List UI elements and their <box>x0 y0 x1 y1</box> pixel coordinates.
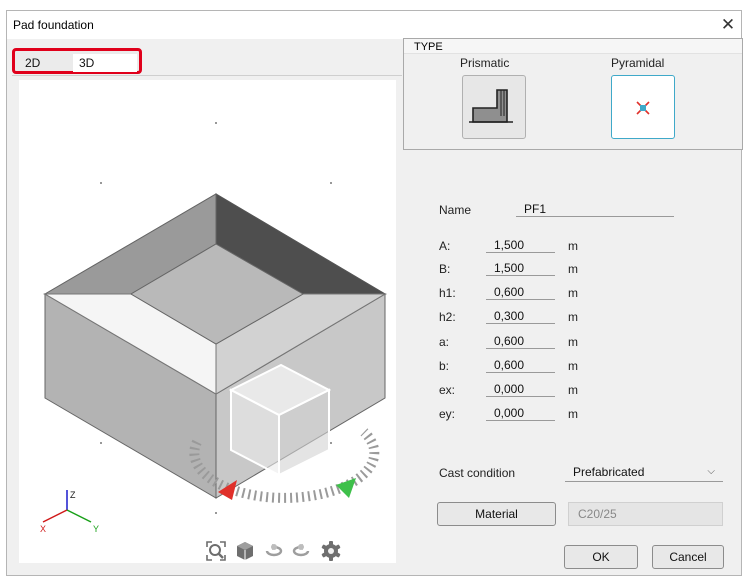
chevron-down-icon: ⌵ <box>707 466 715 477</box>
param-unit-b-upper: m <box>568 262 578 276</box>
param-field-b[interactable]: 0,600 <box>486 357 555 373</box>
settings-gear-icon[interactable] <box>320 540 342 562</box>
prismatic-type-button[interactable] <box>462 75 526 139</box>
param-field-a[interactable]: 0,600 <box>486 333 555 349</box>
param-label-b: b: <box>439 359 450 373</box>
param-unit-b: m <box>568 359 578 373</box>
param-label-h1: h1: <box>439 286 456 300</box>
param-label-b-upper: B: <box>439 262 451 276</box>
rotate-green-arrow[interactable] <box>336 478 356 498</box>
axis-y-label: Y <box>93 524 99 534</box>
title-bar: Pad foundation ✕ <box>7 11 741 39</box>
param-unit-a: m <box>568 335 578 349</box>
cast-condition-value: Prefabricated <box>573 465 645 479</box>
cast-condition-label: Cast condition <box>439 466 516 480</box>
name-label: Name <box>439 203 472 217</box>
cast-condition-select[interactable]: Prefabricated ⌵ <box>565 462 723 482</box>
type-panel: TYPE Prismatic Pyramidal <box>403 38 743 150</box>
pyramidal-type-button[interactable] <box>611 75 675 139</box>
param-label-ey: ey: <box>439 407 456 421</box>
param-field-ey[interactable]: 0,000 <box>486 405 555 421</box>
param-field-h2[interactable]: 0,300 <box>486 308 555 324</box>
close-icon[interactable]: ✕ <box>715 14 741 36</box>
view-tabs: 2D 3D <box>12 48 142 74</box>
param-label-a: a: <box>439 335 450 349</box>
pyramidal-foundation-icon <box>636 101 650 115</box>
material-value: C20/25 <box>568 502 723 526</box>
tab-3d[interactable]: 3D <box>73 54 137 72</box>
param-unit-a-upper: m <box>568 239 578 253</box>
view-cube-icon[interactable] <box>234 540 256 562</box>
param-unit-ey: m <box>568 407 578 421</box>
cancel-button[interactable]: Cancel <box>652 545 724 569</box>
foundation-3d-model: Z X Y <box>40 122 387 534</box>
3d-viewport[interactable]: Z X Y <box>19 80 396 563</box>
rotate-right-icon[interactable] <box>290 540 312 562</box>
prismatic-foundation-icon <box>469 89 513 123</box>
zoom-fit-icon[interactable] <box>205 540 227 562</box>
param-field-h1[interactable]: 0,600 <box>486 284 555 300</box>
type-legend: TYPE <box>414 41 443 53</box>
material-button[interactable]: Material <box>437 502 556 526</box>
ok-button[interactable]: OK <box>564 545 638 569</box>
cropped-caption <box>0 0 744 6</box>
tab-2d[interactable]: 2D <box>19 54 46 72</box>
name-field[interactable]: PF1 <box>516 201 674 217</box>
param-field-b-upper[interactable]: 1,500 <box>486 260 555 276</box>
param-field-ex[interactable]: 0,000 <box>486 381 555 397</box>
axis-triad: Z X Y <box>40 490 99 534</box>
param-unit-h1: m <box>568 286 578 300</box>
axis-z-label: Z <box>70 490 76 500</box>
param-field-a-upper[interactable]: 1,500 <box>486 237 555 253</box>
prismatic-label: Prismatic <box>460 56 510 70</box>
pyramidal-label: Pyramidal <box>611 56 665 70</box>
param-label-ex: ex: <box>439 383 456 397</box>
type-panel-header <box>404 39 742 54</box>
rotate-left-icon[interactable] <box>263 540 285 562</box>
param-label-h2: h2: <box>439 310 456 324</box>
param-label-a-upper: A: <box>439 239 451 253</box>
param-unit-ex: m <box>568 383 578 397</box>
tab-divider <box>12 75 402 76</box>
axis-x-label: X <box>40 524 46 534</box>
param-unit-h2: m <box>568 310 578 324</box>
dialog-title: Pad foundation <box>13 18 94 32</box>
